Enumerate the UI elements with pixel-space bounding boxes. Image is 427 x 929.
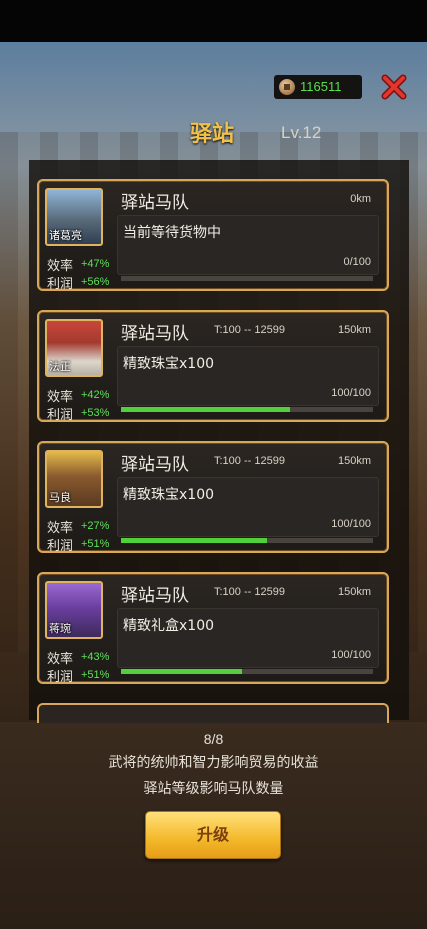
progress-fill [121,407,290,412]
general-name: 诸葛亮 [49,229,82,242]
caravan-name: 驿站马队 [121,324,189,344]
caravan-card[interactable]: 法正 效率 +42% 利润 +53% 驿站马队 T:100 -- 12599 1… [37,310,389,423]
caravan-card-partial[interactable] [37,703,389,723]
caravan-distance: 150km [337,586,371,598]
progress-bar [121,538,373,543]
coin-display: 116511 [274,75,362,99]
cargo-box: 精致珠宝x100 100/100 [117,346,379,406]
status-bar [0,0,427,42]
cargo-text: 精致礼盒x100 [123,618,215,634]
caravan-card[interactable]: 蒋琬 效率 +43% 利润 +51% 驿站马队 T:100 -- 12599 1… [37,572,389,685]
cargo-box: 当前等待货物中 0/100 [117,215,379,275]
upgrade-button[interactable]: 升级 [145,811,281,859]
page-title: 驿站 [190,122,235,147]
progress-fill [121,538,268,543]
profit-value: +51% [81,538,110,550]
caravan-card[interactable]: 马良 效率 +27% 利润 +51% 驿站马队 T:100 -- 12599 1… [37,441,389,554]
cargo-text: 当前等待货物中 [123,225,221,241]
general-portrait[interactable]: 蒋琬 [45,581,103,639]
info-text-trade: 武将的统帅和智力影响贸易的收益 [108,755,319,771]
general-name: 马良 [49,491,71,504]
cargo-text: 精致珠宝x100 [123,487,215,503]
efficiency-label: 效率 [47,652,74,667]
progress-text: 100/100 [331,649,371,661]
progress-text: 100/100 [331,518,371,530]
progress-bar [121,669,373,674]
progress-text: 0/100 [343,256,371,268]
caravan-distance: 150km [337,324,371,336]
coin-icon [279,79,295,95]
profit-label: 利润 [47,539,74,554]
caravan-distance: 150km [337,455,371,467]
general-portrait[interactable]: 马良 [45,450,103,508]
cargo-box: 精致珠宝x100 100/100 [117,477,379,537]
profit-value: +56% [81,276,110,288]
coin-amount: 116511 [300,79,342,94]
profit-label: 利润 [47,670,74,685]
caravan-name: 驿站马队 [121,193,189,213]
cargo-text: 精致珠宝x100 [123,356,215,372]
close-button[interactable] [380,73,408,101]
efficiency-value: +27% [81,520,110,532]
efficiency-label: 效率 [47,259,74,274]
general-portrait[interactable]: 法正 [45,319,103,377]
profit-value: +51% [81,669,110,681]
close-icon [381,74,407,100]
efficiency-label: 效率 [47,390,74,405]
general-name: 蒋琬 [49,622,71,635]
general-portrait[interactable]: 诸葛亮 [45,188,103,246]
progress-text: 100/100 [331,387,371,399]
progress-fill [121,669,242,674]
caravan-trip: T:100 -- 12599 [214,586,285,598]
caravan-trip: T:100 -- 12599 [214,324,285,336]
caravan-name: 驿站马队 [121,455,189,475]
efficiency-value: +43% [81,651,110,663]
station-level: Lv.12 [281,123,322,142]
progress-bar [121,276,373,281]
efficiency-label: 效率 [47,521,74,536]
efficiency-value: +47% [81,258,110,270]
caravan-distance: 0km [350,193,371,205]
general-name: 法正 [49,360,71,373]
caravan-card[interactable]: 诸葛亮 效率 +47% 利润 +56% 驿站马队 0km 当前等待货物中 0/1… [37,179,389,292]
caravan-count: 8/8 [203,731,224,747]
progress-bar [121,407,373,412]
caravan-name: 驿站马队 [121,586,189,606]
info-text-level: 驿站等级影响马队数量 [143,781,284,797]
profit-value: +53% [81,407,110,419]
caravan-trip: T:100 -- 12599 [214,455,285,467]
profit-label: 利润 [47,408,74,423]
cargo-box: 精致礼盒x100 100/100 [117,608,379,668]
profit-label: 利润 [47,277,74,292]
efficiency-value: +42% [81,389,110,401]
